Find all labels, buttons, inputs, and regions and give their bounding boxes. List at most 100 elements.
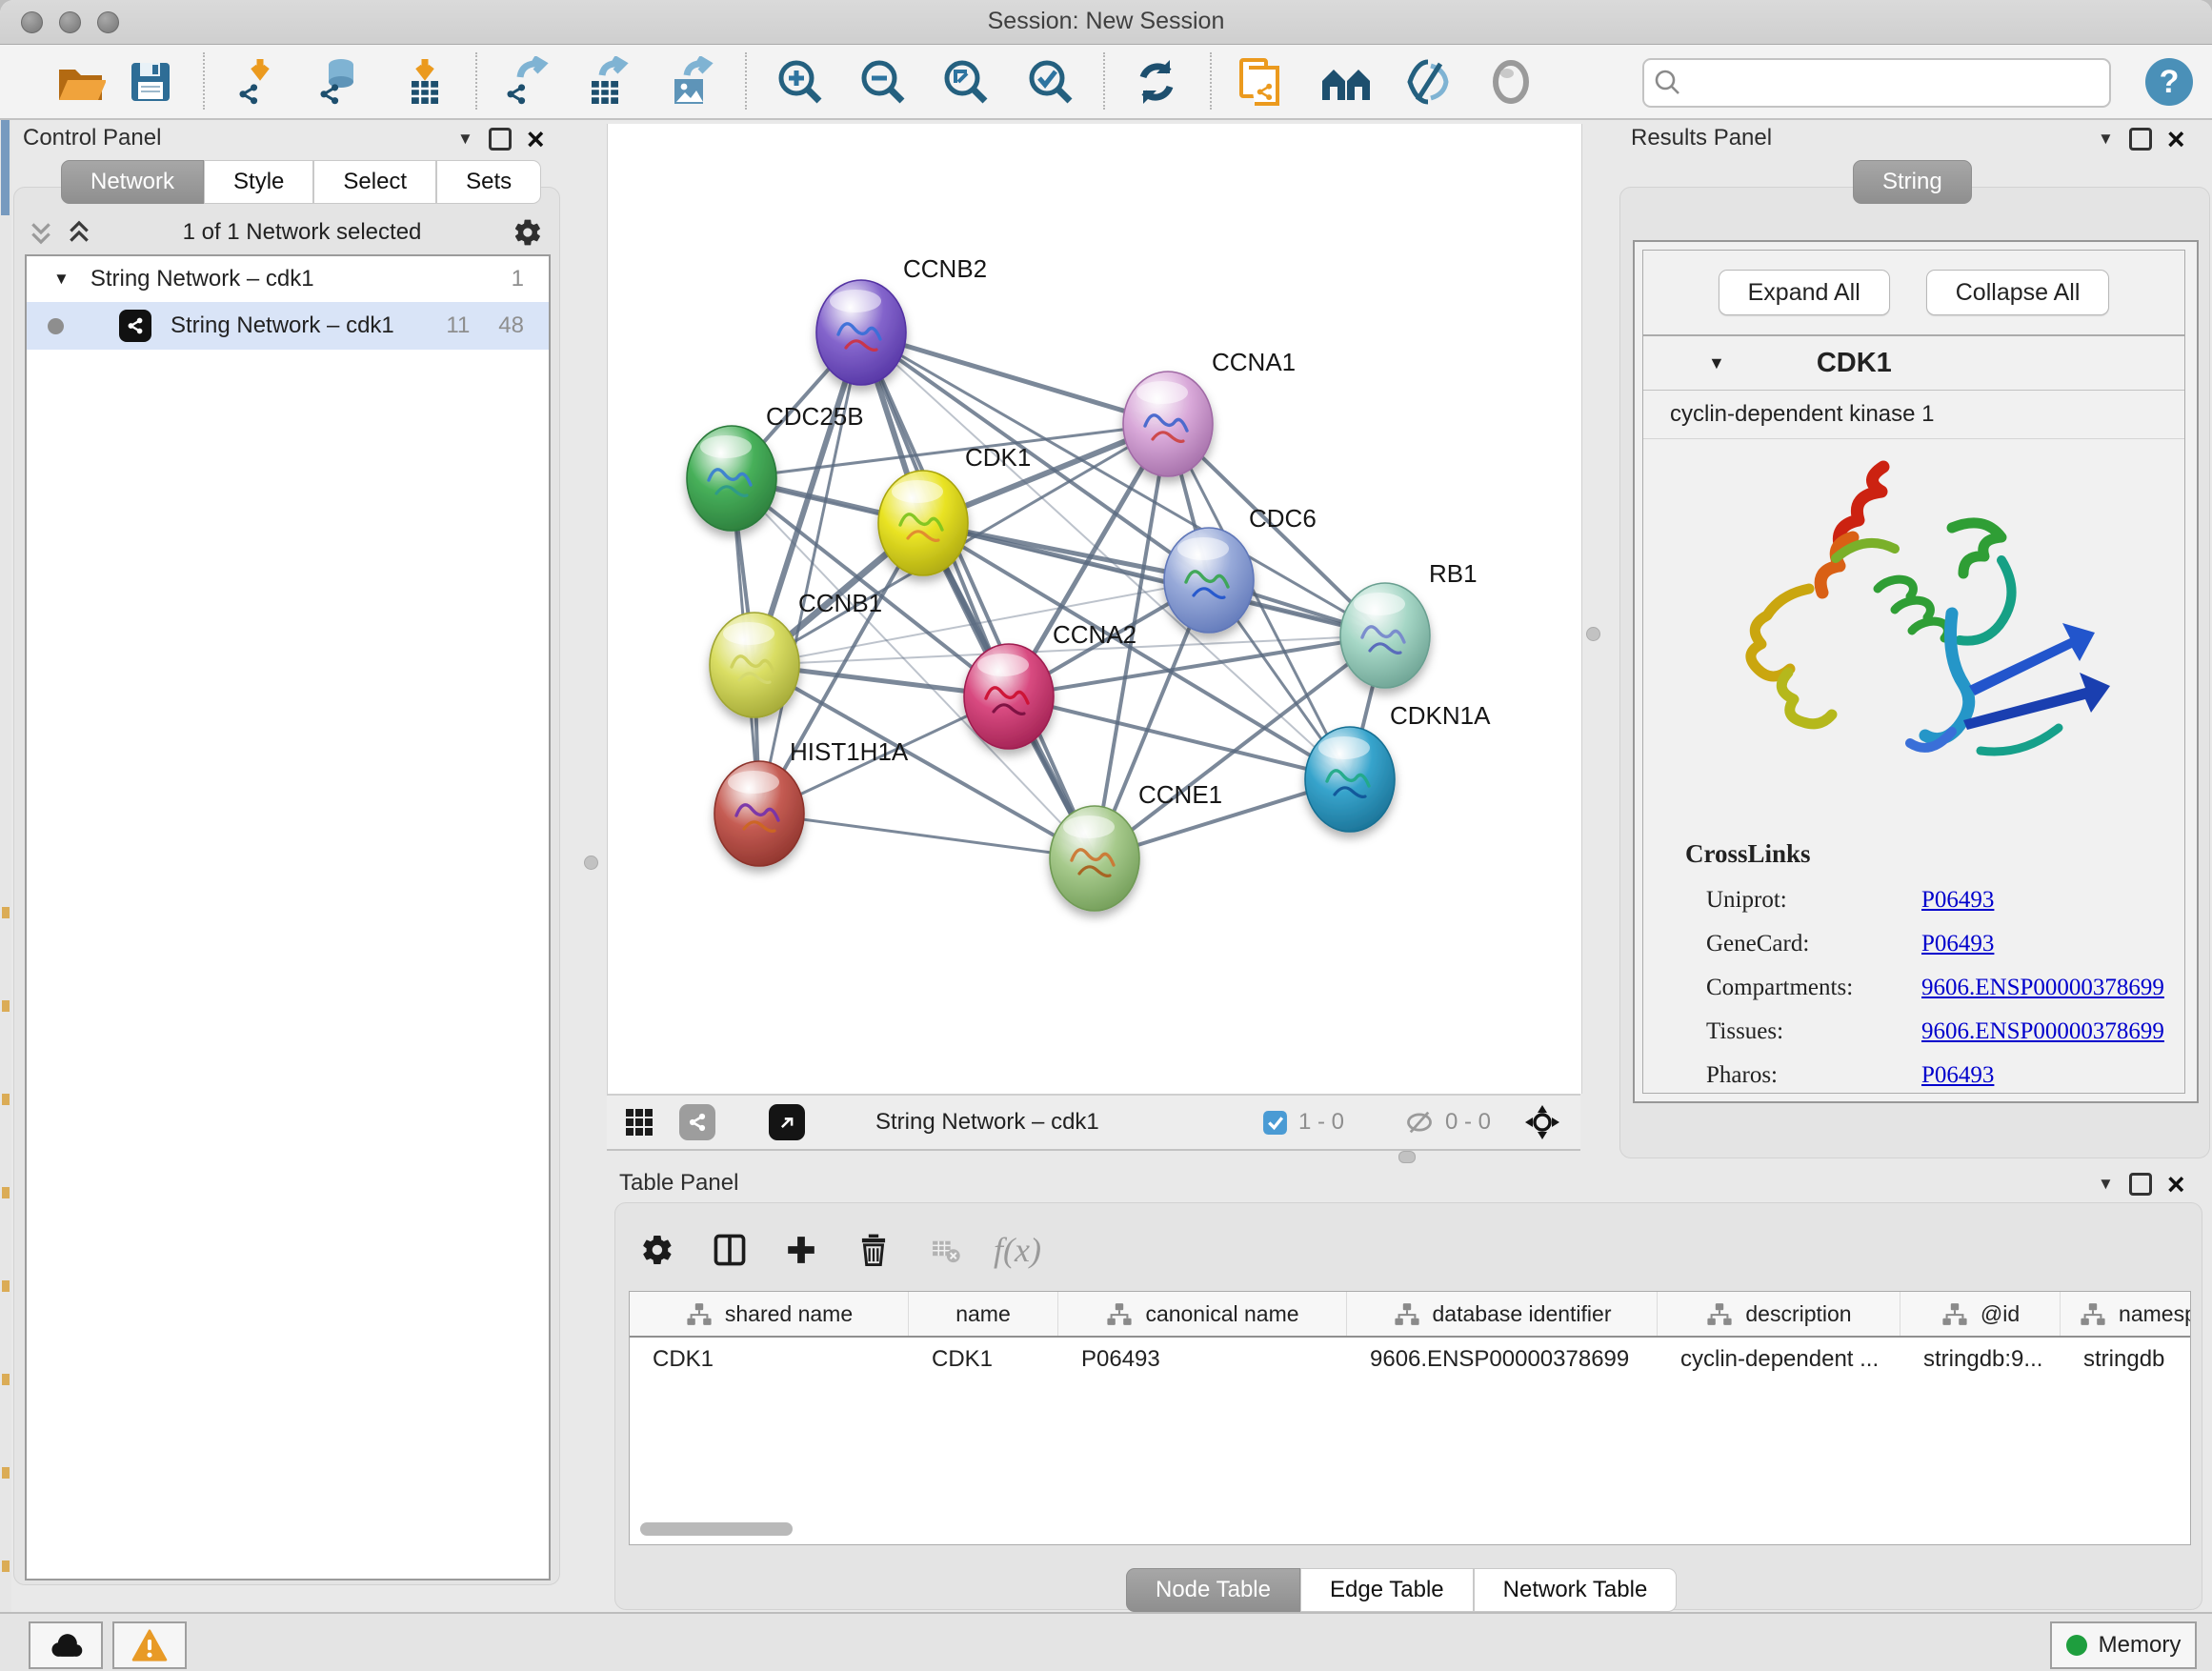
cell-database-identifier[interactable]: 9606.ENSP00000378699 (1347, 1346, 1658, 1373)
import-table-icon[interactable] (397, 54, 452, 110)
column-header-@id[interactable]: @id (1900, 1292, 2061, 1336)
edge-CCNB2-CCNA1[interactable] (861, 332, 1168, 424)
hide-graphics-icon[interactable] (1400, 54, 1456, 110)
crosslink-link[interactable]: 9606.ENSP00000378699 (1921, 1018, 2164, 1045)
left-splitter-handle[interactable] (584, 856, 598, 870)
import-network-database-icon[interactable] (311, 54, 366, 110)
zoom-out-icon[interactable] (855, 54, 911, 110)
bottom-splitter-handle[interactable] (1398, 1151, 1416, 1163)
zoom-in-icon[interactable] (773, 54, 828, 110)
node-label-CCNE1: CCNE1 (1138, 780, 1222, 809)
zoom-fit-icon[interactable] (938, 54, 994, 110)
show-graphics-icon[interactable] (1483, 54, 1538, 110)
node-table[interactable]: shared namenamecanonical namedatabase id… (629, 1291, 2191, 1545)
panel-close-icon[interactable]: × (527, 131, 545, 148)
show-columns-icon[interactable] (703, 1223, 756, 1277)
entry-header[interactable]: ▼ CDK1 (1643, 336, 2184, 391)
panel-float-icon[interactable] (2129, 128, 2152, 151)
column-header-shared-name[interactable]: shared name (630, 1292, 909, 1336)
panel-float-icon[interactable] (2129, 1173, 2152, 1196)
node-CCNE1[interactable]: CCNE1 (1050, 780, 1222, 911)
zoom-selected-icon[interactable] (1023, 54, 1078, 110)
export-table-icon[interactable] (579, 54, 634, 110)
function-builder-icon[interactable]: f(x) (991, 1223, 1044, 1277)
column-header-name[interactable]: name (909, 1292, 1058, 1336)
tab-select[interactable]: Select (313, 160, 436, 204)
network-canvas[interactable]: CCNB2CCNA1CDC25BCDK1CDC6RB1CCNB1CCNA2CDK… (607, 124, 1582, 1094)
network-row[interactable]: String Network – cdk1 11 48 (27, 302, 549, 350)
tab-node-table[interactable]: Node Table (1126, 1568, 1300, 1612)
cloud-button[interactable] (29, 1621, 103, 1669)
tab-style[interactable]: Style (204, 160, 313, 204)
node-HIST1H1A[interactable]: HIST1H1A (714, 737, 909, 866)
collection-expander-icon[interactable]: ▼ (53, 270, 70, 289)
refresh-icon[interactable] (1129, 54, 1184, 110)
node-CDKN1A[interactable]: CDKN1A (1305, 701, 1491, 832)
export-network-icon[interactable] (497, 54, 553, 110)
panel-menu-icon[interactable]: ▼ (2098, 1175, 2114, 1194)
column-header-description[interactable]: description (1658, 1292, 1900, 1336)
save-session-icon[interactable] (123, 54, 178, 110)
open-session-icon[interactable] (52, 54, 108, 110)
export-image-icon[interactable] (662, 54, 717, 110)
entry-expander-icon[interactable]: ▼ (1708, 353, 1725, 373)
table-horizontal-scrollbar[interactable] (640, 1522, 793, 1536)
toolbar-separator (1103, 52, 1105, 110)
node-CCNB2[interactable]: CCNB2 (816, 254, 987, 385)
tab-sets[interactable]: Sets (436, 160, 541, 204)
column-header-database-identifier[interactable]: database identifier (1347, 1292, 1658, 1336)
cell-@id[interactable]: stringdb:9... (1900, 1346, 2061, 1373)
node-CCNA2[interactable]: CCNA2 (964, 620, 1136, 749)
table-panel-title: Table Panel (619, 1170, 738, 1197)
search-input[interactable] (1692, 63, 2109, 103)
table-row[interactable]: CDK1CDK1P064939606.ENSP00000378699cyclin… (630, 1338, 2190, 1381)
tab-network-table[interactable]: Network Table (1474, 1568, 1678, 1612)
node-CCNB1[interactable]: CCNB1 (710, 589, 882, 717)
node-RB1[interactable]: RB1 (1340, 559, 1478, 688)
column-header-canonical-name[interactable]: canonical name (1058, 1292, 1347, 1336)
panel-float-icon[interactable] (489, 128, 512, 151)
crosslink-link[interactable]: P06493 (1921, 887, 1994, 914)
right-splitter-handle[interactable] (1586, 627, 1600, 641)
panel-close-icon[interactable]: × (2167, 1176, 2185, 1193)
cell-shared-name[interactable]: CDK1 (630, 1346, 909, 1373)
panel-close-icon[interactable]: × (2167, 131, 2185, 148)
tab-network[interactable]: Network (61, 160, 204, 204)
cell-name[interactable]: CDK1 (909, 1346, 1058, 1373)
edge-HIST1H1A-CCNE1[interactable] (759, 814, 1095, 858)
delete-column-icon[interactable] (847, 1223, 900, 1277)
tab-edge-table[interactable]: Edge Table (1300, 1568, 1474, 1612)
grid-view-icon[interactable] (624, 1096, 654, 1149)
panel-menu-icon[interactable]: ▼ (2098, 130, 2114, 149)
houses-icon[interactable] (1318, 54, 1374, 110)
help-button[interactable]: ? (2145, 58, 2193, 106)
birds-eye-icon[interactable] (1523, 1096, 1561, 1149)
crosslink-link[interactable]: 9606.ENSP00000378699 (1921, 975, 2164, 1001)
gear-icon[interactable] (513, 217, 543, 248)
cell-namespace[interactable]: stringdb (2061, 1346, 2191, 1373)
tab-string[interactable]: String (1853, 160, 1972, 204)
cell-description[interactable]: cyclin-dependent ... (1658, 1346, 1900, 1373)
import-network-file-icon[interactable] (230, 54, 285, 110)
collapse-all-button[interactable]: Collapse All (1926, 270, 2110, 315)
warnings-button[interactable] (112, 1621, 187, 1669)
table-gear-icon[interactable] (631, 1223, 684, 1277)
edge-CCNB2-CCNE1[interactable] (861, 332, 1095, 858)
cell-canonical-name[interactable]: P06493 (1058, 1346, 1347, 1373)
network-icon-gray[interactable] (679, 1096, 715, 1149)
crosslink-link[interactable]: P06493 (1921, 1062, 1994, 1089)
crosslink-link[interactable]: P06493 (1921, 931, 1994, 957)
create-column-icon[interactable] (774, 1223, 828, 1277)
column-header-namespace[interactable]: namespace (2061, 1292, 2191, 1336)
network-collection-row[interactable]: ▼ String Network – cdk1 1 (27, 256, 549, 302)
expand-all-button[interactable]: Expand All (1719, 270, 1890, 315)
panel-menu-icon[interactable]: ▼ (457, 130, 473, 149)
new-network-from-selection-icon[interactable] (1232, 54, 1287, 110)
delete-table-icon[interactable] (919, 1223, 973, 1277)
expand-all-icon[interactable] (67, 220, 91, 245)
results-entry-cdk1: ▼ CDK1 cyclin-dependent kinase 1 (1642, 335, 2185, 1094)
node-CCNA1[interactable]: CCNA1 (1123, 348, 1296, 476)
collapse-all-icon[interactable] (29, 220, 53, 245)
detach-view-icon[interactable] (769, 1096, 805, 1149)
memory-button[interactable]: Memory (2050, 1621, 2197, 1669)
